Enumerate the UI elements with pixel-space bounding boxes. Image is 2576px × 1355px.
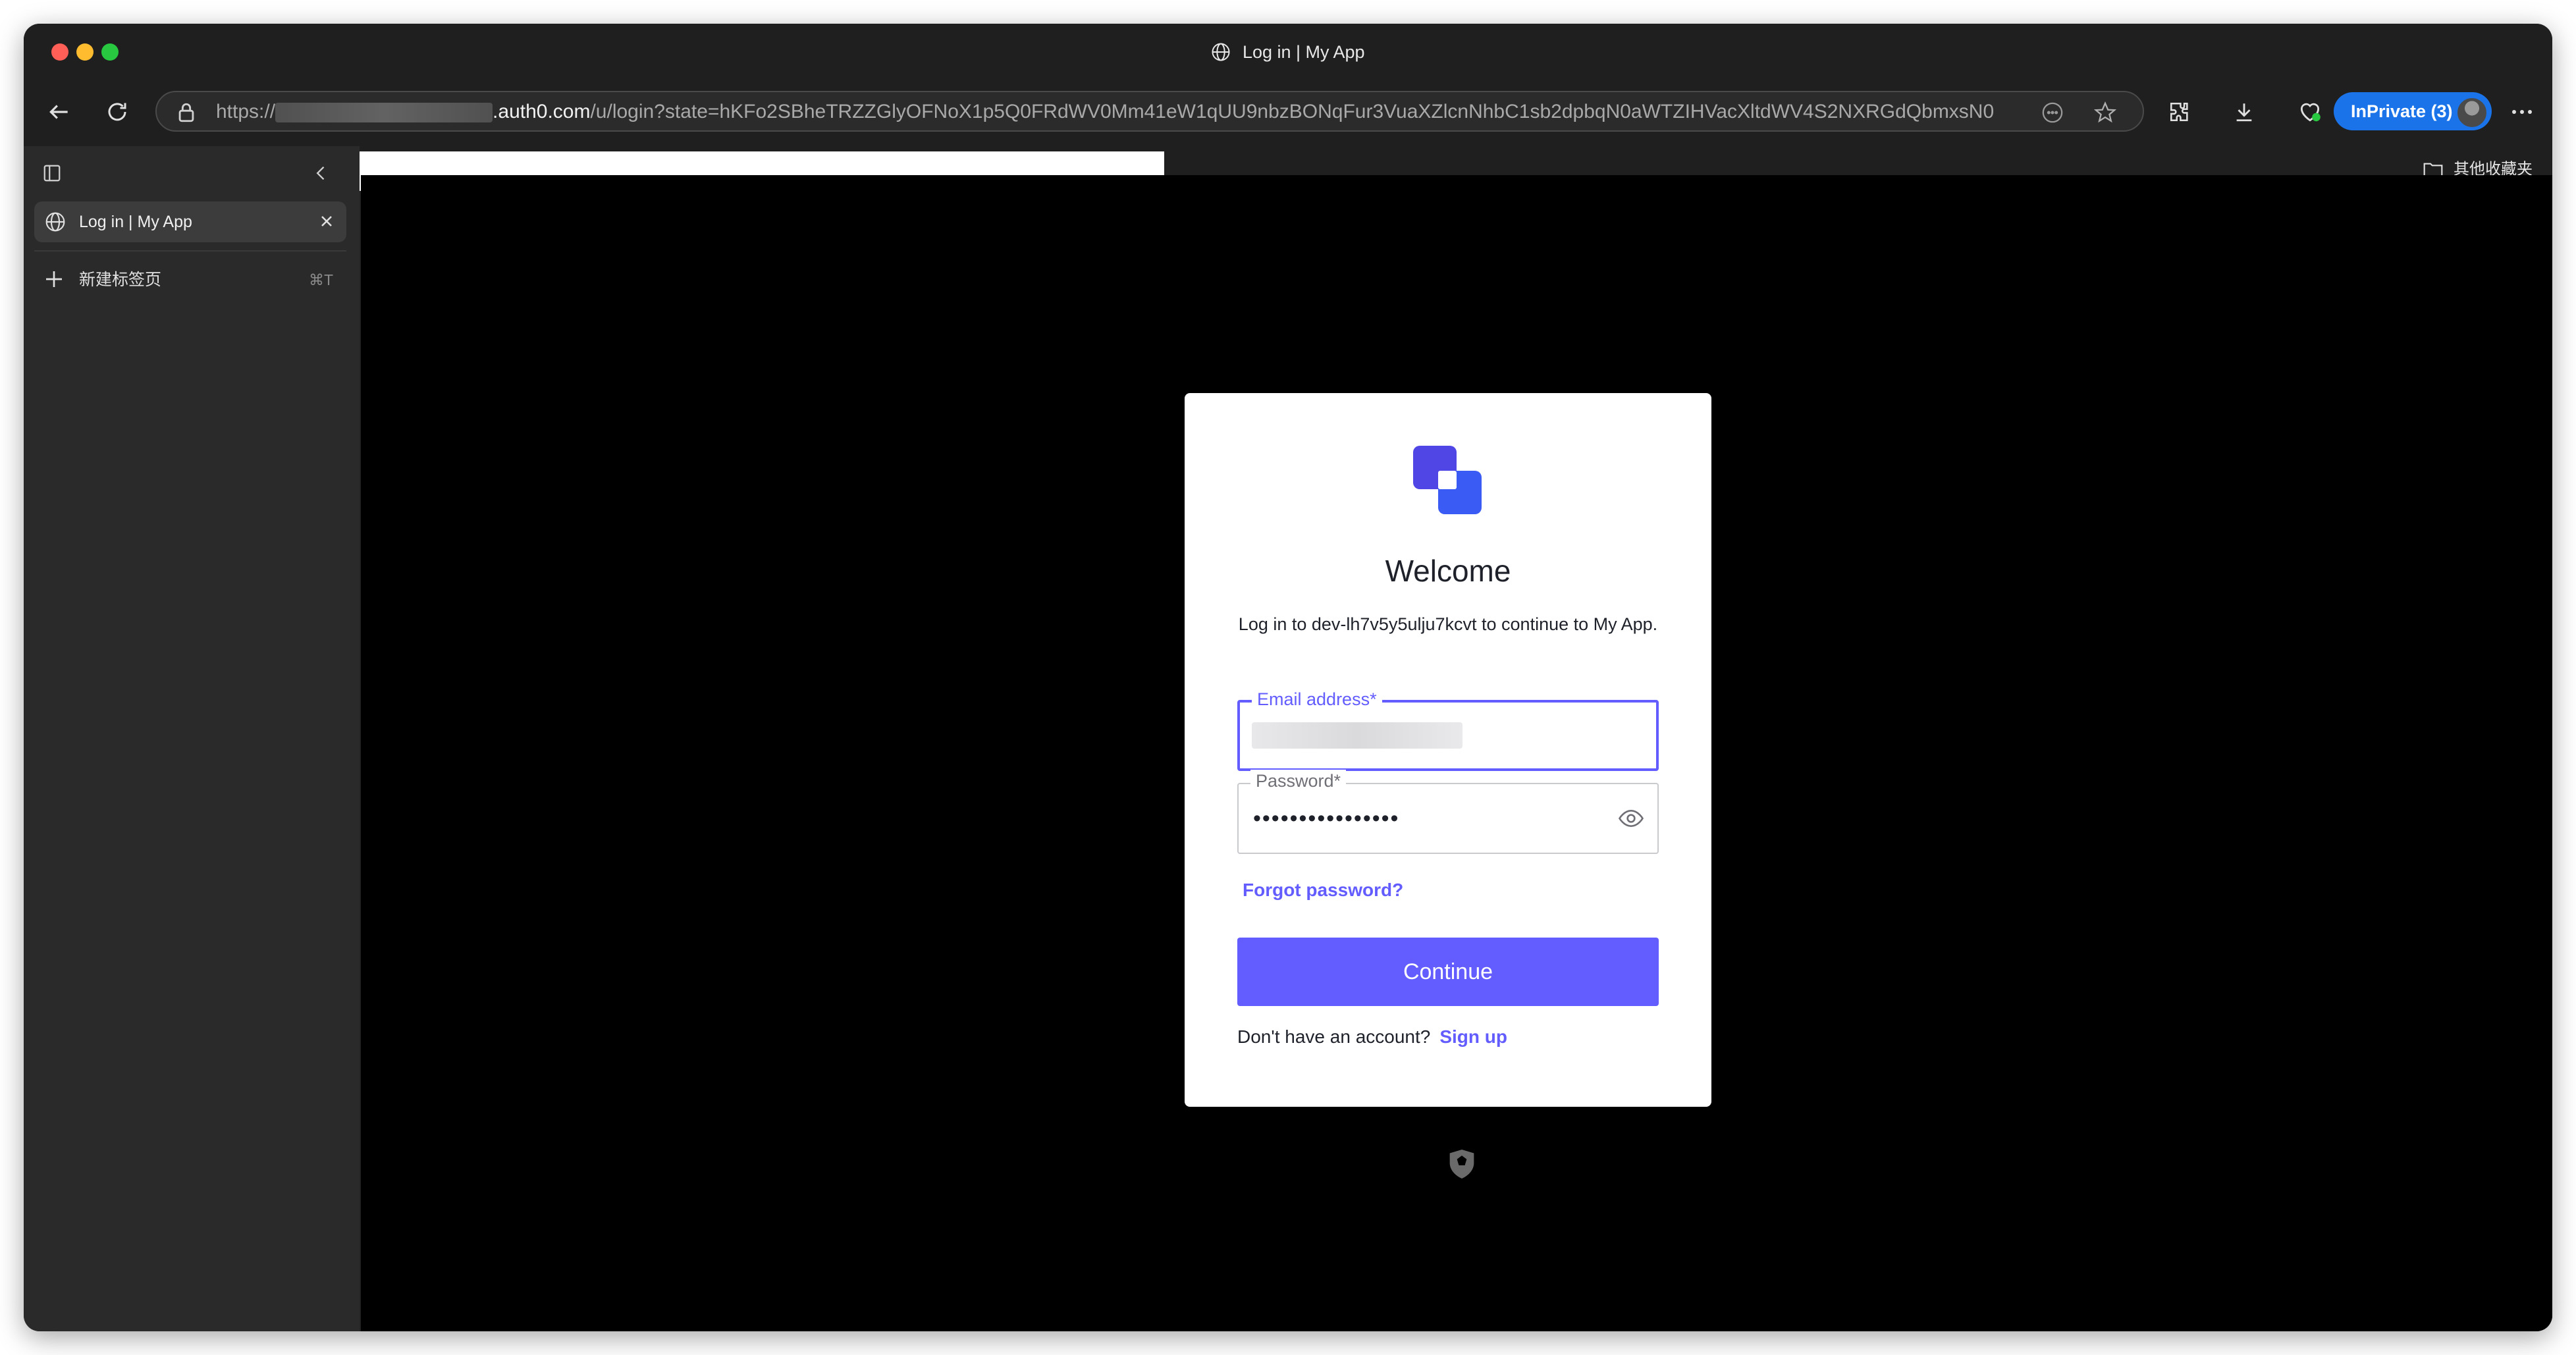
heart-pulse-icon: [2300, 103, 2321, 122]
new-tab-shortcut: ⌘T: [308, 271, 333, 288]
window-title: Log in | My App: [24, 38, 2552, 65]
inprivate-label: InPrivate (3): [2351, 101, 2453, 121]
email-field[interactable]: Email address*: [1237, 688, 1659, 771]
new-tab-label: 新建标签页: [79, 271, 162, 289]
settings-more-button[interactable]: [2506, 96, 2538, 128]
downloads-button[interactable]: [2228, 96, 2260, 128]
new-tab-button[interactable]: 新建标签页 ⌘T: [34, 259, 346, 299]
tab-label: Log in | My App: [79, 213, 192, 231]
no-account-text: Don't have an account?: [1237, 1026, 1431, 1047]
url-host: .auth0.com: [493, 101, 591, 122]
more-circle-icon: [2042, 102, 2063, 123]
page-content: Welcome Log in to dev-lh7v5y5ulju7kcvt t…: [361, 175, 2552, 1331]
browser-essentials-button[interactable]: [2294, 96, 2326, 128]
tab-login[interactable]: Log in | My App: [34, 201, 346, 242]
password-value: ••••••••••••••••: [1253, 806, 1400, 831]
forgot-password-link[interactable]: Forgot password?: [1243, 877, 1403, 903]
address-bar[interactable]: https:// .auth0.com/u/login?state=hKFo2SB…: [155, 91, 2144, 132]
url-path: /u/login?state=hKFo2SBheTRZZGlyOFNoX1p5Q…: [590, 101, 1994, 122]
vertical-tabs-sidebar: Log in | My App 新建标签页 ⌘T: [24, 146, 360, 1331]
globe-icon: [1212, 43, 1230, 61]
sidebar-divider: [34, 250, 346, 252]
signup-row: Don't have an account? Sign up: [1237, 1024, 1507, 1050]
continue-button[interactable]: Continue: [1237, 938, 1659, 1006]
globe-icon: [45, 211, 66, 236]
password-label: Password*: [1250, 770, 1347, 792]
reader-mode-button[interactable]: [2040, 100, 2065, 125]
browser-window: Log in | My App https:// .auth0.com/u/log…: [24, 24, 2552, 1331]
app-logo: [1413, 446, 1483, 519]
toolbar: https:// .auth0.com/u/login?state=hKFo2SB…: [24, 78, 2552, 146]
login-card: Welcome Log in to dev-lh7v5y5ulju7kcvt t…: [1185, 393, 1711, 1107]
back-button[interactable]: [43, 96, 75, 128]
close-icon[interactable]: [317, 212, 336, 234]
back-arrow-icon: [49, 105, 68, 119]
collapse-sidebar-icon[interactable]: [312, 163, 331, 186]
signup-link[interactable]: Sign up: [1439, 1026, 1507, 1047]
tab-actions-icon[interactable]: [42, 163, 62, 186]
login-subtitle: Log in to dev-lh7v5y5ulju7kcvt to contin…: [1238, 614, 1658, 634]
extensions-icon: [2170, 102, 2188, 122]
auth0-shield-icon: [1447, 1148, 1476, 1183]
avatar: [2456, 97, 2488, 128]
title-bar: Log in | My App: [24, 24, 2552, 78]
url-text: https:// .auth0.com/u/login?state=hKFo2SB…: [216, 100, 1994, 124]
star-icon: [2094, 101, 2116, 123]
extensions-button[interactable]: [2164, 96, 2195, 128]
reload-button[interactable]: [101, 96, 133, 128]
reload-icon: [108, 103, 126, 121]
email-label: Email address*: [1252, 688, 1382, 710]
inprivate-button[interactable]: InPrivate (3): [2334, 92, 2492, 130]
password-field[interactable]: Password* ••••••••••••••••: [1237, 770, 1659, 854]
download-icon: [2236, 103, 2252, 122]
url-redacted: [275, 103, 493, 123]
plus-icon: [43, 269, 65, 293]
lock-icon: [176, 101, 196, 127]
email-value-redacted: [1252, 722, 1462, 749]
favorite-button[interactable]: [2093, 100, 2118, 125]
ellipsis-icon: [2512, 110, 2532, 114]
window-title-text: Log in | My App: [1242, 41, 1365, 62]
url-prefix: https://: [216, 101, 276, 122]
show-password-icon[interactable]: [1618, 805, 1644, 835]
page-title: Welcome: [1385, 554, 1511, 588]
